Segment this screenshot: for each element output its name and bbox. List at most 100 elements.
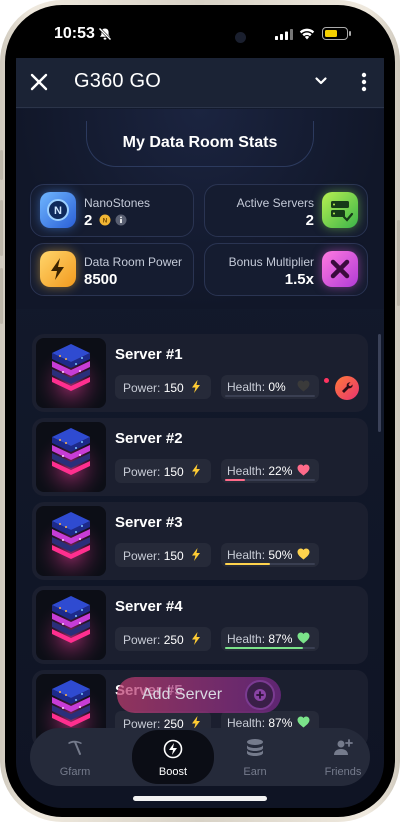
stats-title: My Data Room Stats bbox=[122, 134, 278, 151]
side-button bbox=[0, 200, 3, 256]
add-server-button[interactable]: Add Server bbox=[117, 677, 281, 713]
stat-value-nanostones: 2 bbox=[84, 212, 93, 229]
health-bar-fill bbox=[225, 647, 303, 649]
lightning-icon bbox=[192, 464, 200, 477]
status-time: 10:53 bbox=[54, 25, 95, 42]
alert-dot bbox=[324, 378, 329, 383]
stat-label-bonus-multiplier: Bonus Multiplier bbox=[228, 255, 314, 269]
server-card[interactable]: Server #1 Power: 150 Health: 0% bbox=[32, 334, 368, 412]
add-server-label: Add Server bbox=[142, 686, 223, 703]
app-header: G360 GO bbox=[16, 58, 384, 108]
multiplier-x-icon bbox=[322, 251, 358, 287]
stat-label-data-room-power: Data Room Power bbox=[84, 255, 183, 269]
server-name: Server #4 bbox=[115, 598, 183, 615]
lightning-icon bbox=[192, 632, 200, 645]
server-image bbox=[36, 422, 106, 492]
info-icon[interactable] bbox=[115, 214, 127, 226]
wrench-icon bbox=[342, 382, 353, 393]
stat-card-data-room-power: Data Room Power 8500 bbox=[30, 243, 194, 296]
stat-label-active-servers: Active Servers bbox=[236, 196, 314, 210]
power-label: Power: bbox=[123, 381, 161, 395]
repair-button[interactable] bbox=[335, 376, 359, 400]
add-icon bbox=[245, 680, 275, 710]
nav-item-friends[interactable]: Friends bbox=[302, 728, 384, 786]
stat-value-bonus-multiplier: 1.5x bbox=[284, 271, 314, 288]
lightning-icon bbox=[192, 380, 200, 393]
health-bar-fill bbox=[225, 479, 245, 481]
bottom-nav: Gfarm Boost Earn Friends bbox=[30, 728, 370, 786]
heart-icon bbox=[297, 548, 310, 560]
svg-text:N: N bbox=[54, 205, 62, 217]
nav-label-earn: Earn bbox=[243, 766, 267, 778]
dynamic-island bbox=[144, 22, 256, 54]
health-pill: Health: 87% bbox=[221, 627, 319, 651]
more-menu-icon[interactable] bbox=[361, 72, 367, 92]
power-pill: Power: 150 bbox=[115, 375, 211, 399]
active-server-icon bbox=[322, 192, 358, 228]
close-icon[interactable] bbox=[28, 71, 50, 93]
side-button bbox=[0, 268, 3, 324]
health-label: Health: bbox=[227, 380, 266, 394]
server-name: Server #2 bbox=[115, 430, 183, 447]
server-image bbox=[36, 590, 106, 660]
stat-value-active-servers: 2 bbox=[305, 212, 314, 229]
power-label: Power: bbox=[123, 549, 161, 563]
nav-item-earn[interactable]: Earn bbox=[214, 728, 296, 786]
power-value: 150 bbox=[163, 465, 184, 479]
friends-icon bbox=[334, 739, 353, 755]
power-label: Power: bbox=[123, 633, 161, 647]
lightning-icon bbox=[192, 548, 200, 561]
power-value: 250 bbox=[163, 633, 184, 647]
power-pill: Power: 150 bbox=[115, 459, 211, 483]
stat-card-active-servers: Active Servers 2 bbox=[204, 184, 368, 237]
health-label: Health: bbox=[227, 632, 266, 646]
stat-card-nanostones: N NanoStones 2 N bbox=[30, 184, 194, 237]
health-label: Health: bbox=[227, 464, 266, 478]
nanostone-coin-icon: N bbox=[99, 214, 111, 226]
health-bar bbox=[225, 647, 315, 649]
health-bar-fill bbox=[225, 563, 270, 565]
health-value: 22% bbox=[268, 464, 293, 478]
server-card[interactable]: Server #4 Power: 250 Health: 87% bbox=[32, 586, 368, 664]
heart-icon bbox=[297, 716, 310, 728]
screen: 10:53 G360 GO My Data Room Stats N NanoS… bbox=[16, 14, 384, 808]
health-bar bbox=[225, 479, 315, 481]
power-pill: Power: 250 bbox=[115, 627, 211, 651]
bell-muted-icon bbox=[98, 27, 112, 41]
server-card[interactable]: Server #2 Power: 150 Health: 22% bbox=[32, 418, 368, 496]
health-bar bbox=[225, 395, 315, 397]
nav-item-gfarm[interactable]: Gfarm bbox=[34, 728, 116, 786]
signal-icon bbox=[275, 29, 293, 40]
home-indicator bbox=[133, 796, 267, 801]
battery-level bbox=[324, 29, 337, 37]
server-name: Server #3 bbox=[115, 514, 183, 531]
battery-tip bbox=[349, 31, 351, 36]
health-label: Health: bbox=[227, 548, 266, 562]
nav-label-boost: Boost bbox=[158, 766, 188, 778]
health-pill: Health: 22% bbox=[221, 459, 319, 483]
battery-icon bbox=[322, 27, 348, 40]
nav-item-boost[interactable]: Boost bbox=[132, 730, 214, 784]
nanostone-icon: N bbox=[40, 192, 76, 228]
server-card[interactable]: Server #3 Power: 150 Health: 50% bbox=[32, 502, 368, 580]
server-image bbox=[36, 338, 106, 408]
health-bar bbox=[225, 563, 315, 565]
power-value: 150 bbox=[163, 549, 184, 563]
stat-label-nanostones: NanoStones bbox=[84, 196, 151, 210]
pickaxe-icon bbox=[68, 740, 82, 755]
app-title: G360 GO bbox=[74, 70, 161, 92]
lightning-icon bbox=[40, 251, 76, 287]
svg-text:N: N bbox=[103, 218, 108, 225]
health-pill: Health: 0% bbox=[221, 375, 319, 399]
power-label: Power: bbox=[123, 465, 161, 479]
status-bar: 10:53 bbox=[16, 14, 384, 58]
health-value: 0% bbox=[268, 380, 286, 394]
camera-icon bbox=[235, 32, 246, 43]
power-value: 150 bbox=[163, 381, 184, 395]
coins-icon bbox=[247, 739, 263, 756]
heart-icon bbox=[297, 380, 310, 392]
stats-panel: My Data Room Stats N NanoStones 2 N Acti… bbox=[16, 109, 384, 309]
scrollbar[interactable] bbox=[378, 334, 381, 432]
health-value: 87% bbox=[268, 632, 293, 646]
chevron-down-icon[interactable] bbox=[314, 74, 328, 88]
